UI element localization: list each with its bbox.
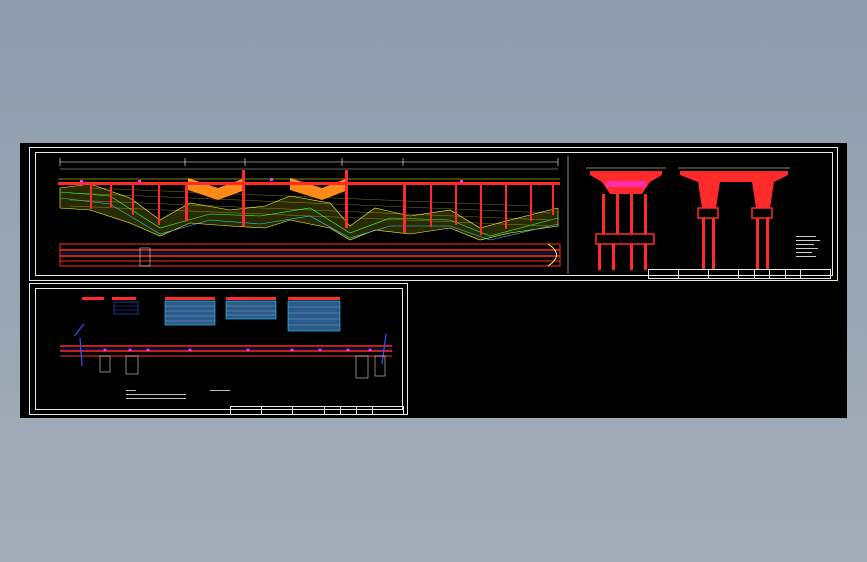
elevation-title-block xyxy=(648,269,831,279)
plan-title-block xyxy=(230,406,404,415)
cad-model-viewport[interactable] xyxy=(20,143,847,418)
plan-sheet xyxy=(29,283,408,415)
elevation-sheet xyxy=(29,147,838,281)
elevation-drawing xyxy=(58,156,820,274)
plan-drawing xyxy=(60,297,392,399)
